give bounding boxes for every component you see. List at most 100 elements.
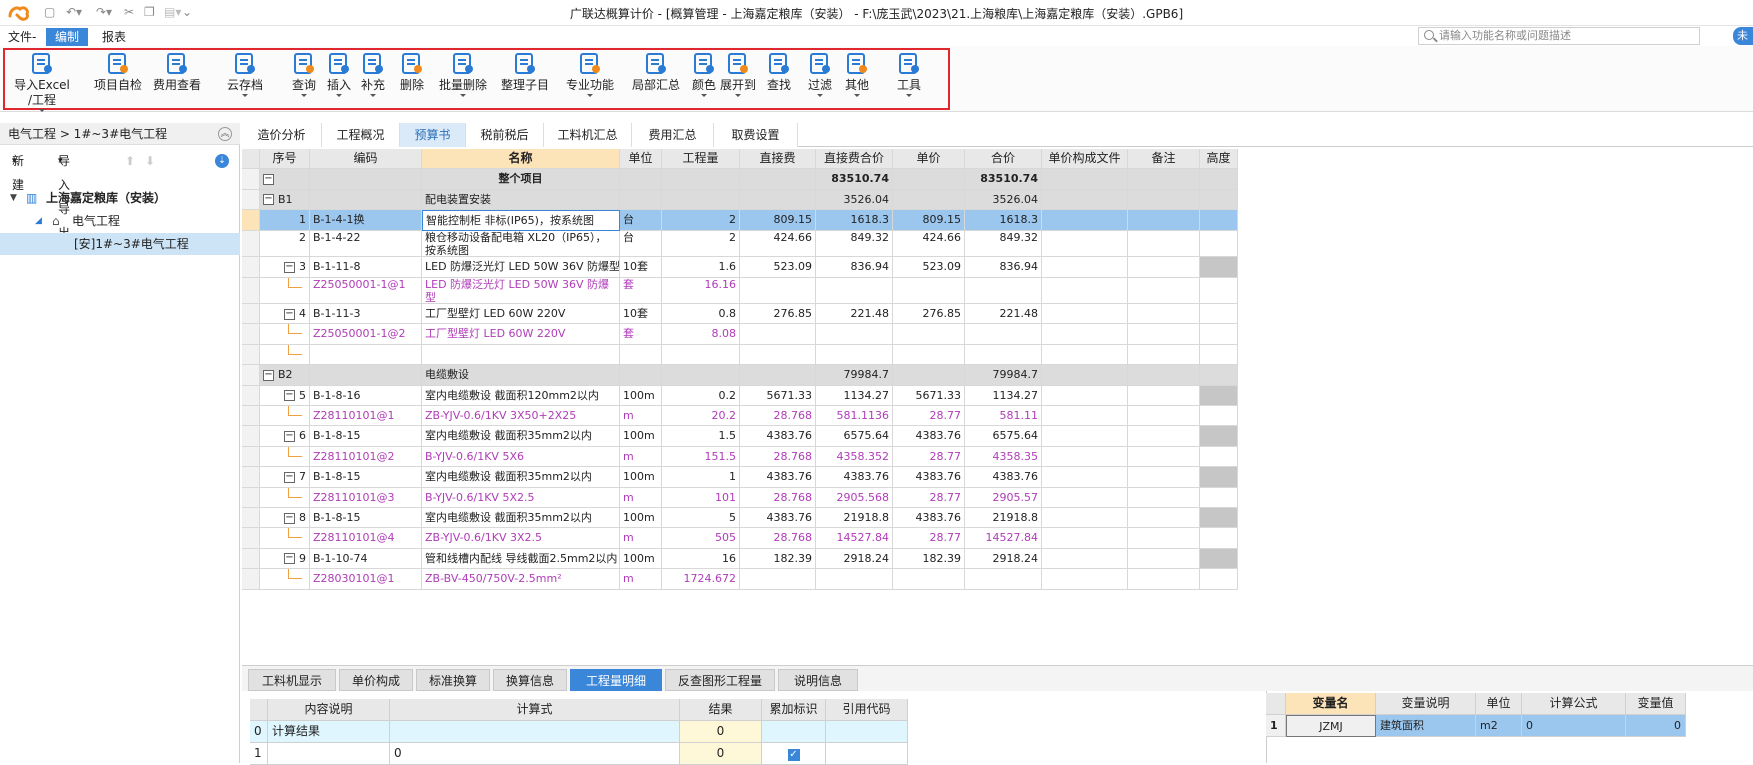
bottom-tab-1[interactable]: 单价构成 [339, 669, 413, 691]
cell-file[interactable] [1042, 385, 1128, 407]
cell-note[interactable] [1128, 304, 1200, 325]
cell-name[interactable] [422, 344, 620, 366]
cell-file[interactable] [1042, 569, 1128, 590]
cell-name[interactable]: 室内电缆敷设 截面积35mm2以内 [422, 467, 620, 488]
collapse-toggle-icon[interactable]: − [284, 512, 295, 524]
cell-file[interactable] [1042, 324, 1128, 345]
cell-height[interactable] [1200, 467, 1238, 488]
tree-collapse-icon[interactable]: ▼ [10, 187, 17, 209]
bottom-tab-6[interactable]: 说明信息 [778, 669, 858, 691]
cell-note[interactable] [1128, 569, 1200, 590]
cell-qty[interactable]: 0.8 [662, 304, 740, 325]
cell-name[interactable]: 智能控制柜 非标(IP65)，按系统图 [422, 210, 620, 231]
bottom-tab-3[interactable]: 换算信息 [493, 669, 567, 691]
menu-report[interactable]: 报表 [94, 28, 134, 46]
collapse-toggle-icon[interactable]: − [284, 261, 295, 273]
cell-height[interactable] [1200, 508, 1238, 529]
cell-file[interactable] [1042, 467, 1128, 488]
cell-note[interactable] [1128, 487, 1200, 509]
collapse-toggle-icon[interactable]: − [284, 308, 295, 320]
function-search-input[interactable]: 请输入功能名称或问题描述 [1418, 27, 1700, 45]
detail-cell-formula[interactable] [390, 721, 680, 743]
tab-3[interactable]: 税前税后 [466, 123, 544, 147]
cell-name[interactable]: LED 防爆泛光灯 LED 50W 36V 防爆型 [422, 257, 620, 278]
cell-note[interactable] [1128, 508, 1200, 529]
cell-qty[interactable]: 1724.672 [662, 569, 740, 590]
cell-note[interactable] [1128, 426, 1200, 447]
collapse-toggle-icon[interactable]: − [263, 369, 274, 381]
cell-note[interactable] [1128, 324, 1200, 345]
tool-cloud-button[interactable]: 云存档 [222, 52, 268, 97]
cell-note[interactable] [1128, 257, 1200, 278]
cell-file[interactable] [1042, 277, 1128, 305]
cell-height[interactable] [1200, 169, 1238, 190]
tool-partial-summary-button[interactable]: 局部汇总 [628, 52, 684, 93]
tool-batch-delete-button[interactable]: 批量删除 [434, 52, 492, 97]
tab-5[interactable]: 费用汇总 [632, 123, 714, 147]
cell-name[interactable]: 电缆敷设 [422, 365, 620, 386]
cell-name[interactable]: 配电装置安装 [422, 189, 620, 211]
cell-name[interactable]: 整个项目 [422, 169, 620, 190]
cell-name[interactable]: ZB-YJV-0.6/1KV 3X2.5 [422, 528, 620, 549]
detail-cell-result[interactable]: 0 [680, 743, 762, 765]
collapse-toggle-icon[interactable]: − [284, 390, 295, 402]
cell-name[interactable]: 粮仓移动设备配电箱 XL20（IP65），按系统图 [422, 230, 620, 258]
checkbox-checked-icon[interactable]: ✓ [787, 749, 800, 761]
cell-height[interactable] [1200, 365, 1238, 386]
collapse-toggle-icon[interactable]: − [263, 194, 274, 206]
tool-import-excel-button[interactable]: 导入Excel/工程 [14, 52, 70, 112]
cell-height[interactable] [1200, 446, 1238, 468]
cell-height[interactable] [1200, 189, 1238, 211]
cell-height[interactable] [1200, 487, 1238, 509]
cell-name[interactable]: LED 防爆泛光灯 LED 50W 36V 防爆型 [422, 277, 620, 305]
tool-find-button[interactable]: 查找 [762, 52, 796, 93]
collapse-toggle-icon[interactable]: − [263, 173, 274, 185]
tree-node-project[interactable]: ▼ ▥ 上海嘉定粮库（安装） [0, 187, 240, 209]
tree-node-unit[interactable]: [安]1#~3#电气工程 [0, 233, 240, 255]
tool-tools-button[interactable]: 工具 [892, 52, 926, 97]
cell-qty[interactable]: 20.2 [662, 406, 740, 427]
detail-cell-ref[interactable] [826, 743, 908, 765]
variable-cell-value[interactable]: 0 [1626, 715, 1686, 737]
cell-height[interactable] [1200, 528, 1238, 549]
cell-file[interactable] [1042, 426, 1128, 447]
accumulate-cell[interactable]: ✓ [762, 743, 826, 765]
cell-qty[interactable]: 505 [662, 528, 740, 549]
collapse-toggle-icon[interactable]: − [284, 553, 295, 565]
cell-height[interactable] [1200, 230, 1238, 258]
cell-file[interactable] [1042, 528, 1128, 549]
accumulate-cell[interactable] [762, 721, 826, 743]
detail-cell-desc[interactable] [268, 743, 390, 765]
cell-note[interactable] [1128, 277, 1200, 305]
cell-qty[interactable] [662, 344, 740, 366]
cell-note[interactable] [1128, 528, 1200, 549]
tab-1[interactable]: 工程概况 [322, 123, 400, 147]
tool-supplement-button[interactable]: 补充 [357, 52, 389, 97]
tool-fee-view-button[interactable]: 费用查看 [150, 52, 204, 93]
bottom-tab-5[interactable]: 反查图形工程量 [665, 669, 775, 691]
cell-file[interactable] [1042, 169, 1128, 190]
cell-qty[interactable]: 151.5 [662, 446, 740, 468]
cell-qty[interactable]: 8.08 [662, 324, 740, 345]
cell-note[interactable] [1128, 189, 1200, 211]
menu-file[interactable]: 文件- [0, 28, 44, 46]
cell-name[interactable]: 室内电缆敷设 截面积35mm2以内 [422, 426, 620, 447]
tab-2[interactable]: 预算书 [400, 123, 466, 147]
cell-height[interactable] [1200, 257, 1238, 278]
tab-0[interactable]: 造价分析 [242, 123, 322, 147]
cell-height[interactable] [1200, 569, 1238, 590]
cell-qty[interactable]: 16 [662, 548, 740, 570]
cell-name[interactable]: 室内电缆敷设 截面积120mm2以内 [422, 385, 620, 407]
move-down-icon[interactable]: ⬇ [145, 149, 155, 173]
menu-edit[interactable]: 编制 [46, 28, 88, 46]
variable-cell-unit[interactable]: m2 [1476, 715, 1522, 737]
cell-qty[interactable]: 1.5 [662, 426, 740, 447]
cell-height[interactable] [1200, 344, 1238, 366]
download-icon[interactable]: ⇣ [215, 154, 229, 168]
cell-qty[interactable]: 2 [662, 230, 740, 258]
cell-qty[interactable]: 1 [662, 467, 740, 488]
cell-note[interactable] [1128, 446, 1200, 468]
cell-name[interactable]: 管和线槽内配线 导线截面2.5mm2以内 [422, 548, 620, 570]
cell-qty[interactable]: 101 [662, 487, 740, 509]
cell-height[interactable] [1200, 210, 1238, 231]
